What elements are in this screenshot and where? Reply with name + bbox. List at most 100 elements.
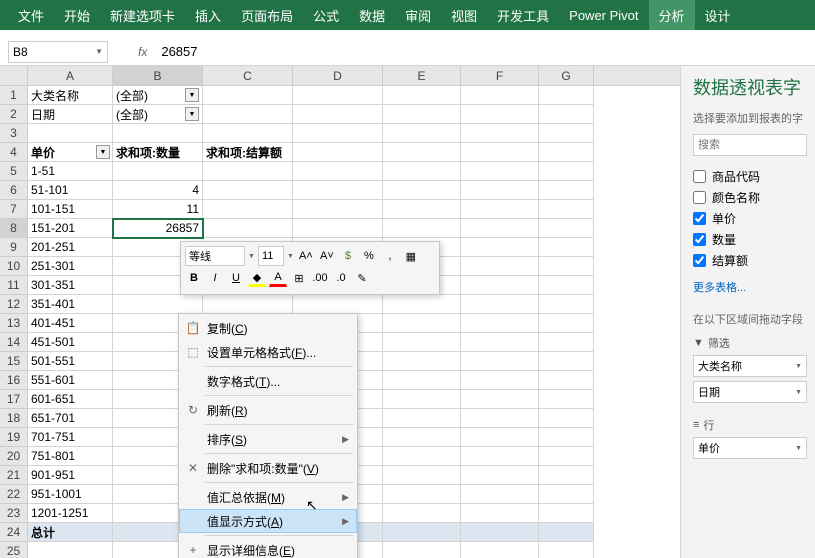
context-menu-item[interactable]: 📋复制(C) <box>179 316 357 340</box>
cell[interactable] <box>461 466 539 485</box>
ribbon-tab-12[interactable]: 设计 <box>695 0 741 30</box>
cell[interactable] <box>539 257 594 276</box>
cell[interactable] <box>383 409 461 428</box>
cell[interactable] <box>461 523 539 542</box>
cell[interactable] <box>539 371 594 390</box>
cell[interactable]: 51-101 <box>28 181 113 200</box>
context-menu-item[interactable]: 排序(S)▶ <box>179 427 357 451</box>
cell[interactable]: 301-351 <box>28 276 113 295</box>
cell[interactable] <box>539 143 594 162</box>
cell[interactable]: 101-151 <box>28 200 113 219</box>
row-header[interactable]: 18 <box>0 409 28 428</box>
select-all-corner[interactable] <box>0 66 28 85</box>
cell[interactable]: 单价▼ <box>28 143 113 162</box>
cell[interactable] <box>539 124 594 143</box>
bold-icon[interactable]: B <box>185 269 203 287</box>
cell[interactable] <box>461 105 539 124</box>
cell[interactable] <box>203 162 293 181</box>
cell[interactable] <box>383 371 461 390</box>
ribbon-tab-3[interactable]: 插入 <box>185 0 231 30</box>
cell[interactable] <box>383 523 461 542</box>
cell[interactable] <box>539 200 594 219</box>
cell[interactable] <box>383 143 461 162</box>
field-checkbox[interactable] <box>693 170 706 183</box>
cell[interactable] <box>383 466 461 485</box>
more-tables-link[interactable]: 更多表格... <box>693 279 807 295</box>
cell[interactable] <box>461 504 539 523</box>
cell[interactable] <box>539 504 594 523</box>
cell[interactable] <box>461 371 539 390</box>
accounting-format-icon[interactable]: $ <box>339 247 357 265</box>
cell[interactable] <box>461 257 539 276</box>
cell[interactable]: 501-551 <box>28 352 113 371</box>
filter-dropdown-icon[interactable]: ▼ <box>185 88 199 102</box>
cell[interactable]: 651-701 <box>28 409 113 428</box>
cell[interactable]: 251-301 <box>28 257 113 276</box>
cell[interactable] <box>28 124 113 143</box>
row-header[interactable]: 2 <box>0 105 28 124</box>
column-header[interactable]: A <box>28 66 113 85</box>
column-header[interactable]: D <box>293 66 383 85</box>
name-box[interactable]: B8 ▼ <box>8 41 108 63</box>
cell[interactable]: 601-651 <box>28 390 113 409</box>
cell[interactable] <box>539 238 594 257</box>
cell[interactable] <box>461 295 539 314</box>
cell[interactable] <box>203 105 293 124</box>
chevron-down-icon[interactable]: ▼ <box>95 47 103 56</box>
cell[interactable]: 大类名称 <box>28 86 113 105</box>
formula-input[interactable] <box>157 41 815 63</box>
cell[interactable] <box>383 390 461 409</box>
cell[interactable] <box>383 124 461 143</box>
ribbon-tab-4[interactable]: 页面布局 <box>231 0 303 30</box>
chevron-down-icon[interactable]: ▼ <box>795 445 802 452</box>
cell[interactable]: 951-1001 <box>28 485 113 504</box>
cell[interactable] <box>383 504 461 523</box>
context-menu-item[interactable]: +显示详细信息(E) <box>179 538 357 558</box>
cell[interactable] <box>461 181 539 200</box>
column-header[interactable]: B <box>113 66 203 85</box>
cell[interactable]: 701-751 <box>28 428 113 447</box>
cell[interactable] <box>539 276 594 295</box>
cell[interactable]: 901-951 <box>28 466 113 485</box>
cell[interactable]: 551-601 <box>28 371 113 390</box>
percent-format-icon[interactable]: % <box>360 247 378 265</box>
increase-font-icon[interactable]: A˄ <box>297 247 315 265</box>
field-drop-item[interactable]: 单价▼ <box>693 437 807 459</box>
cell[interactable] <box>539 162 594 181</box>
cell[interactable] <box>28 542 113 558</box>
cell[interactable] <box>539 314 594 333</box>
row-header[interactable]: 9 <box>0 238 28 257</box>
column-header[interactable]: G <box>539 66 594 85</box>
chevron-down-icon[interactable]: ▼ <box>248 253 255 260</box>
field-checkbox[interactable] <box>693 191 706 204</box>
cell[interactable]: 总计 <box>28 523 113 542</box>
field-checkbox-row[interactable]: 商品代码 <box>693 166 807 187</box>
row-header[interactable]: 15 <box>0 352 28 371</box>
field-checkbox-row[interactable]: 数量 <box>693 229 807 250</box>
decrease-font-icon[interactable]: A˅ <box>318 247 336 265</box>
increase-decimal-icon[interactable]: .00 <box>311 269 329 287</box>
context-menu-item[interactable]: ⬚设置单元格格式(F)... <box>179 340 357 364</box>
cell[interactable] <box>461 200 539 219</box>
cell[interactable]: 151-201 <box>28 219 113 238</box>
row-header[interactable]: 4 <box>0 143 28 162</box>
chevron-down-icon[interactable]: ▼ <box>287 253 294 260</box>
cell[interactable] <box>383 181 461 200</box>
row-header[interactable]: 13 <box>0 314 28 333</box>
cell[interactable] <box>539 105 594 124</box>
cell[interactable] <box>539 542 594 558</box>
row-header[interactable]: 12 <box>0 295 28 314</box>
fill-color-icon[interactable]: ◆ <box>248 269 266 287</box>
row-header[interactable]: 7 <box>0 200 28 219</box>
cell[interactable] <box>383 200 461 219</box>
cell[interactable] <box>461 447 539 466</box>
cell[interactable] <box>461 409 539 428</box>
cell[interactable] <box>461 542 539 558</box>
row-header[interactable]: 21 <box>0 466 28 485</box>
cell[interactable] <box>293 219 383 238</box>
row-header[interactable]: 3 <box>0 124 28 143</box>
cell[interactable] <box>461 276 539 295</box>
cell[interactable]: 201-251 <box>28 238 113 257</box>
field-checkbox-row[interactable]: 结算额 <box>693 250 807 271</box>
cell[interactable] <box>113 295 203 314</box>
